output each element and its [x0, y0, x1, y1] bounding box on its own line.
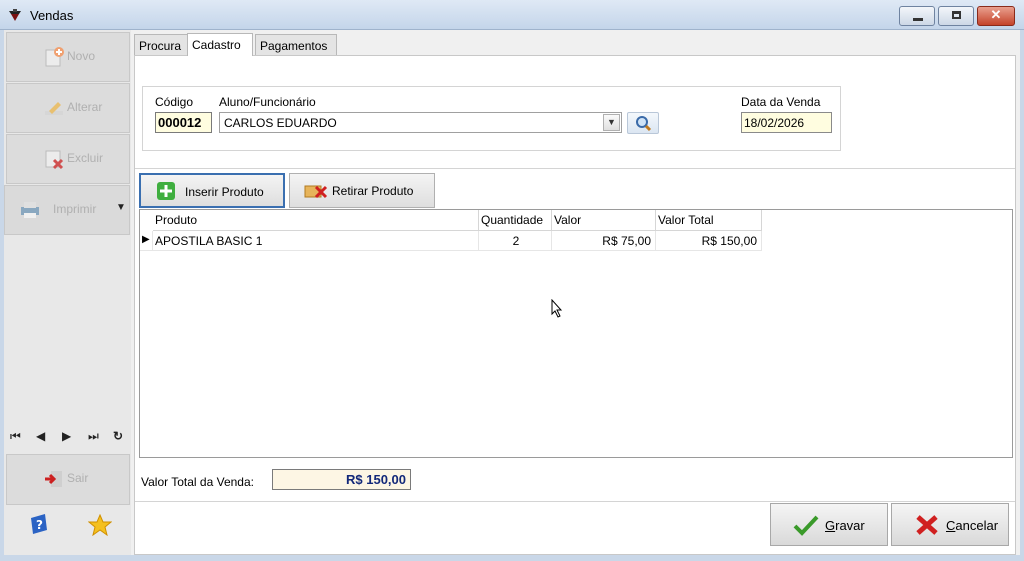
delete-document-icon [45, 150, 64, 170]
valor-total-label: Valor Total da Venda: [141, 475, 254, 489]
last-record-icon[interactable]: ⏭ [88, 429, 99, 444]
codigo-field[interactable]: 000012 [155, 112, 212, 133]
imprimir-dropdown-icon[interactable]: ▼ [116, 202, 126, 213]
aluno-combobox[interactable]: CARLOS EDUARDO ▼ [219, 112, 622, 133]
maximize-button[interactable] [938, 6, 974, 26]
chevron-down-icon[interactable]: ▼ [603, 114, 620, 131]
close-button[interactable]: ✕ [977, 6, 1015, 26]
mouse-cursor-icon [551, 299, 563, 318]
sair-label: Sair [67, 471, 89, 485]
retirar-produto-button[interactable]: Retirar Produto [289, 173, 435, 208]
tab-cadastro[interactable]: Cadastro [187, 33, 253, 56]
aluno-label: Aluno/Funcionário [219, 95, 316, 109]
cell-produto[interactable]: APOSTILA BASIC 1 [153, 231, 479, 251]
cancelar-label: Cancelar [946, 518, 999, 533]
codigo-label: Código [155, 95, 194, 109]
data-venda-field[interactable]: 18/02/2026 [741, 112, 832, 133]
inserir-produto-label: Inserir Produto [185, 185, 264, 199]
close-icon: ✕ [990, 7, 1002, 22]
next-record-icon[interactable]: ▶ [62, 429, 71, 443]
divider [135, 168, 1015, 169]
add-icon [157, 182, 175, 200]
record-navigator: ⏮ ◀ ▶ ⏭ ↻ [10, 429, 128, 447]
alterar-button[interactable]: Alterar [6, 83, 130, 133]
previous-record-icon[interactable]: ◀ [36, 429, 45, 443]
title-bar: Vendas ✕ [0, 0, 1024, 30]
alterar-label: Alterar [67, 100, 103, 114]
divider [135, 501, 1015, 502]
refresh-icon[interactable]: ↻ [113, 429, 123, 443]
cell-valor-total[interactable]: R$ 150,00 [656, 231, 762, 251]
first-record-icon[interactable]: ⏮ [10, 429, 21, 444]
edit-icon [45, 102, 63, 115]
excluir-button[interactable]: Excluir [6, 134, 130, 184]
valor-total-field: R$ 150,00 [272, 469, 411, 490]
main-area: Procura Cadastro Pagamentos Código 00001… [134, 30, 1020, 555]
cadastro-panel: Código 000012 Aluno/Funcionário CARLOS E… [134, 55, 1016, 555]
tab-procura[interactable]: Procura [134, 34, 188, 55]
sair-button[interactable]: Sair [6, 454, 130, 505]
imprimir-button[interactable]: Imprimir ▼ [4, 185, 130, 235]
retirar-produto-label: Retirar Produto [332, 184, 414, 198]
row-indicator-icon: ▶ [140, 231, 153, 251]
gravar-label: Gravar [825, 518, 865, 533]
window-title: Vendas [30, 8, 74, 23]
cancel-x-icon [916, 515, 938, 535]
sidebar: Novo Alterar Excluir Imprimir ▼ ⏮ ◀ ▶ ⏭ … [4, 30, 131, 555]
favorite-star-icon[interactable] [88, 514, 112, 536]
products-grid[interactable]: Produto Quantidade Valor Valor Total ▶ A… [139, 209, 1013, 458]
column-header-produto[interactable]: Produto [153, 210, 479, 231]
maximize-icon [952, 11, 961, 19]
cell-quantidade[interactable]: 2 [479, 231, 552, 251]
data-venda-label: Data da Venda [741, 95, 821, 109]
svg-text:?: ? [36, 518, 43, 532]
tab-strip: Procura Cadastro Pagamentos [134, 33, 1020, 56]
minimize-icon [913, 18, 923, 21]
new-document-icon [45, 47, 64, 67]
tab-pagamentos[interactable]: Pagamentos [255, 34, 337, 55]
exit-icon [45, 471, 62, 487]
column-header-valor-total[interactable]: Valor Total [656, 210, 762, 231]
checkmark-icon [793, 515, 819, 536]
window-client: Novo Alterar Excluir Imprimir ▼ ⏮ ◀ ▶ ⏭ … [4, 30, 1020, 555]
inserir-produto-button[interactable]: Inserir Produto [139, 173, 285, 208]
sale-header-group: Código 000012 Aluno/Funcionário CARLOS E… [142, 86, 841, 151]
minimize-button[interactable] [899, 6, 935, 26]
search-aluno-button[interactable] [627, 112, 659, 134]
aluno-value: CARLOS EDUARDO [224, 116, 337, 130]
search-icon [636, 116, 652, 132]
novo-label: Novo [67, 49, 96, 63]
excluir-label: Excluir [67, 151, 104, 165]
column-header-quantidade[interactable]: Quantidade [479, 210, 552, 231]
app-icon [9, 9, 21, 21]
cell-valor[interactable]: R$ 75,00 [552, 231, 656, 251]
gravar-button[interactable]: Gravar [770, 503, 888, 546]
help-icon[interactable]: ? [27, 512, 51, 536]
remove-product-icon [304, 185, 328, 199]
printer-icon [21, 202, 39, 218]
imprimir-label: Imprimir [53, 202, 97, 216]
column-header-valor[interactable]: Valor [552, 210, 656, 231]
cancelar-button[interactable]: Cancelar [891, 503, 1009, 546]
novo-button[interactable]: Novo [6, 32, 130, 82]
